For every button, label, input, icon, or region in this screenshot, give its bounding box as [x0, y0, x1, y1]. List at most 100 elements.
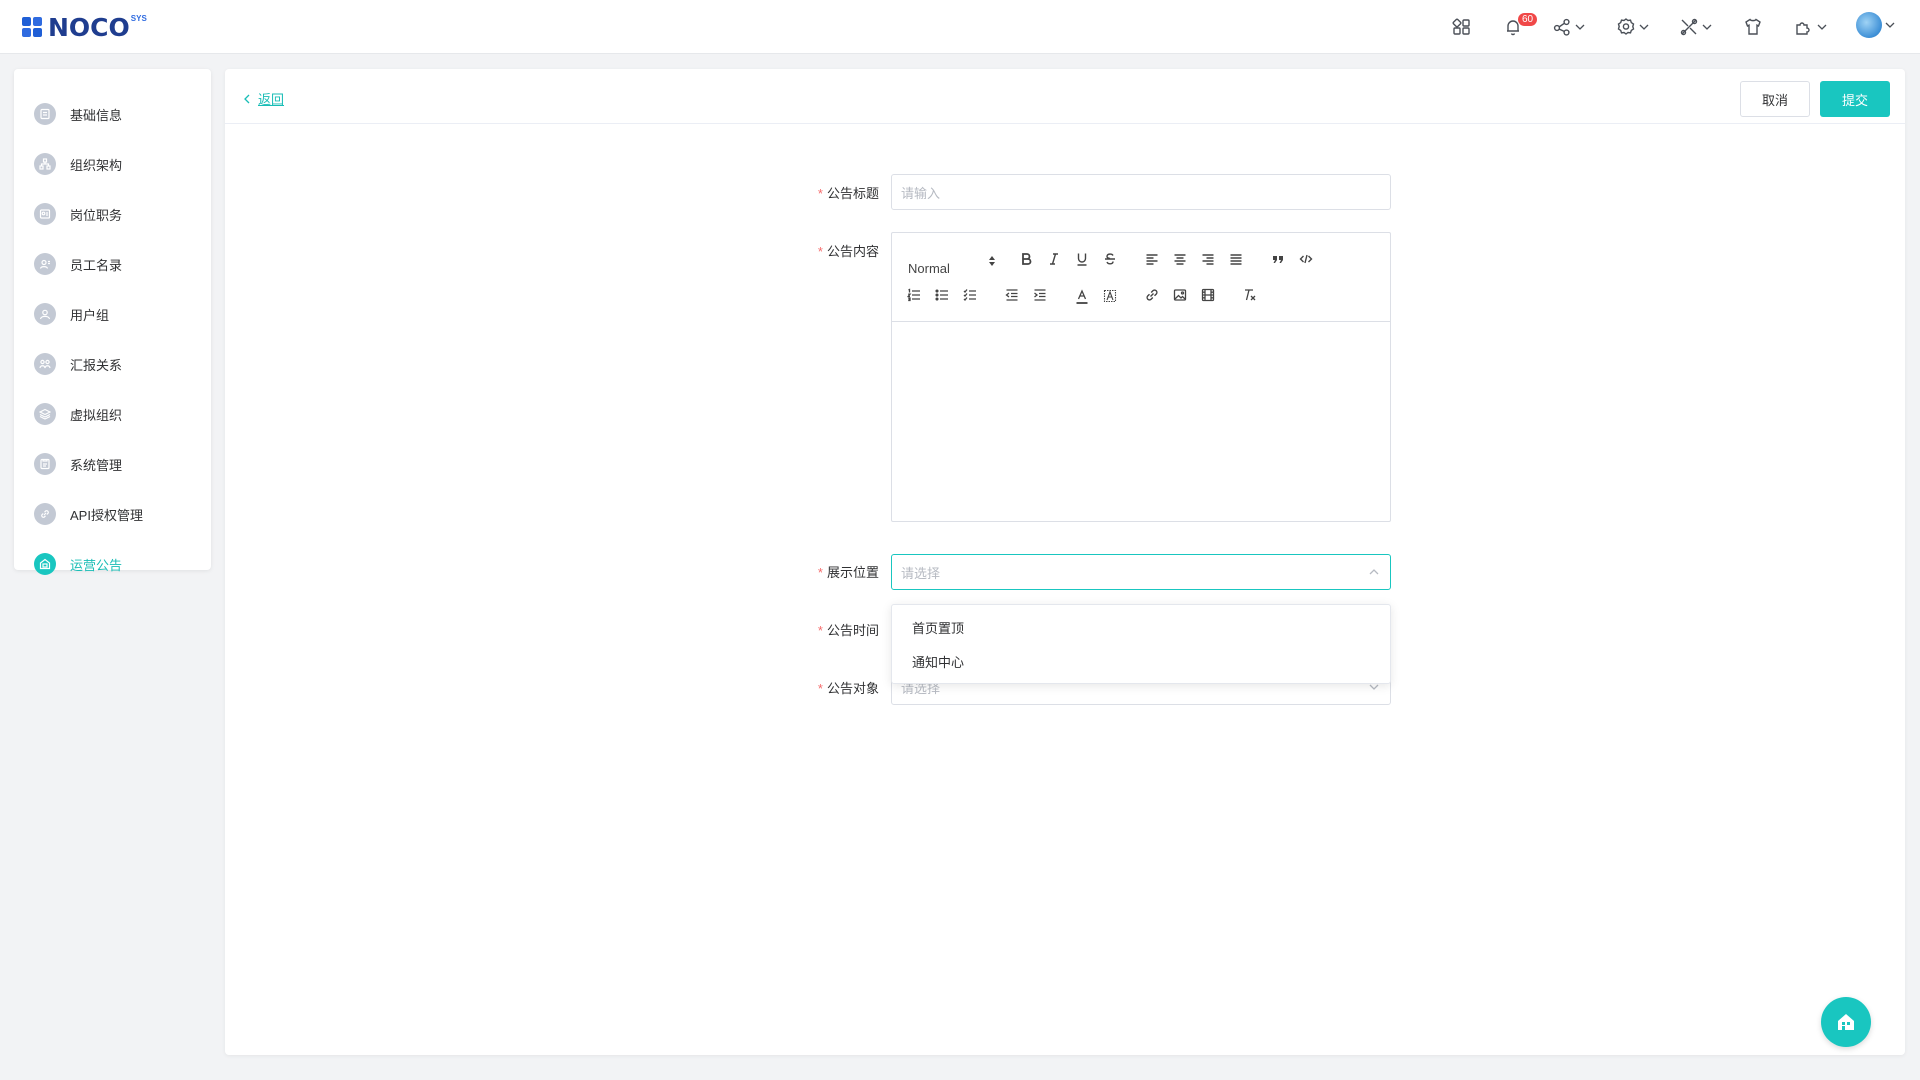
chevron-down-icon: [1575, 24, 1585, 30]
user-group-icon: [34, 303, 56, 325]
align-justify-icon[interactable]: [1226, 249, 1246, 269]
required-mark: *: [817, 186, 823, 201]
align-right-icon[interactable]: [1198, 249, 1218, 269]
code-block-icon[interactable]: [1296, 249, 1316, 269]
sidebar-item-user-group[interactable]: 用户组: [14, 294, 211, 334]
virtual-org-icon: [34, 403, 56, 425]
dropdown-option-home-top[interactable]: 首页置顶: [892, 610, 1390, 644]
editor-toolbar: Normal: [892, 233, 1390, 322]
sidebar-item-label: 系统管理: [70, 457, 123, 473]
title-label: * 公告标题: [817, 186, 879, 201]
underline-icon[interactable]: [1072, 249, 1092, 269]
back-link[interactable]: 返回: [243, 89, 284, 108]
theme-button[interactable]: [1743, 16, 1763, 38]
required-mark: *: [817, 681, 823, 696]
plugin-icon: [1796, 22, 1810, 35]
sidebar-item-label: 运营公告: [70, 557, 123, 573]
logo[interactable]: NOCO SYS: [22, 13, 147, 42]
check-list-icon[interactable]: [960, 285, 980, 305]
sidebar-item-label: 用户组: [70, 307, 110, 323]
position-label: * 展示位置: [817, 565, 879, 580]
chevron-down-icon: [1885, 22, 1895, 28]
outdent-icon[interactable]: [1002, 285, 1022, 305]
employee-directory-icon: [34, 253, 56, 275]
sidebar-item-announcement[interactable]: 运营公告: [14, 544, 211, 584]
cancel-button[interactable]: 取消: [1740, 81, 1810, 117]
sidebar: 基础信息 组织架构 岗位职务 员工名录 用户组 汇报关系 虚拟组织 系统管理 A…: [14, 69, 211, 575]
background-color-icon[interactable]: [1100, 287, 1120, 307]
rich-text-editor: Normal: [891, 232, 1391, 522]
align-center-icon[interactable]: [1170, 249, 1190, 269]
sidebar-item-label: 汇报关系: [70, 357, 123, 373]
dropdown-option-notice-center[interactable]: 通知中心: [892, 644, 1390, 678]
ordered-list-icon[interactable]: [904, 285, 924, 305]
content-label: * 公告内容: [817, 244, 879, 259]
org-structure-icon: [34, 153, 56, 175]
top-bar: NOCO SYS 60: [0, 0, 1920, 54]
home-float-button[interactable]: [1821, 997, 1871, 1047]
notification-badge: 60: [1518, 13, 1538, 26]
sort-arrows-icon: [989, 256, 995, 266]
submit-button[interactable]: 提交: [1820, 81, 1890, 117]
header-format-select[interactable]: Normal: [908, 253, 998, 277]
logo-superscript: SYS: [130, 14, 147, 23]
tools-menu[interactable]: [1679, 16, 1713, 38]
sidebar-item-basic-info[interactable]: 基础信息: [14, 94, 211, 134]
video-icon[interactable]: [1198, 285, 1218, 305]
notification-bell[interactable]: 60: [1503, 13, 1538, 38]
plugin-menu[interactable]: [1794, 16, 1828, 38]
required-mark: *: [817, 623, 823, 638]
sidebar-item-label: 岗位职务: [70, 207, 123, 223]
blockquote-icon[interactable]: [1268, 249, 1288, 269]
sidebar-item-system-management[interactable]: 系统管理: [14, 444, 211, 484]
bold-icon[interactable]: [1016, 249, 1036, 269]
position-icon: [34, 203, 56, 225]
logo-text: NOCO: [48, 13, 130, 42]
link-icon[interactable]: [1142, 285, 1162, 305]
settings-gear-icon: [1617, 18, 1635, 35]
font-color-icon[interactable]: [1072, 287, 1092, 307]
sidebar-item-reporting-relation[interactable]: 汇报关系: [14, 344, 211, 384]
sidebar-item-org-structure[interactable]: 组织架构: [14, 144, 211, 184]
sidebar-item-virtual-org[interactable]: 虚拟组织: [14, 394, 211, 434]
sidebar-item-api-auth[interactable]: API授权管理: [14, 494, 211, 534]
position-dropdown: 首页置顶 通知中心: [891, 604, 1391, 684]
chevron-down-icon: [1817, 24, 1827, 30]
chevron-left-icon: [244, 94, 250, 103]
main-panel: 返回 取消 提交 * 公告标题 请输入 * 公告内容 Normal * 展示位置…: [225, 69, 1905, 1055]
image-icon[interactable]: [1170, 285, 1190, 305]
shirt-theme-icon: [1745, 18, 1761, 35]
system-management-icon: [34, 453, 56, 475]
strikethrough-icon[interactable]: [1100, 249, 1120, 269]
title-placeholder: 请输入: [901, 185, 941, 201]
editor-content-area[interactable]: [892, 323, 1390, 521]
italic-icon[interactable]: [1044, 249, 1064, 269]
tools-icon: [1680, 18, 1698, 36]
share-menu[interactable]: [1552, 16, 1586, 38]
title-input[interactable]: 请输入: [891, 174, 1391, 210]
user-avatar[interactable]: [1856, 12, 1882, 38]
sidebar-item-employee-directory[interactable]: 员工名录: [14, 244, 211, 284]
indent-icon[interactable]: [1030, 285, 1050, 305]
chevron-down-icon: [1702, 24, 1712, 30]
user-menu[interactable]: [1856, 12, 1896, 38]
apps-grid-icon[interactable]: [1452, 16, 1472, 38]
api-auth-icon: [34, 503, 56, 525]
position-select[interactable]: 请选择: [891, 554, 1391, 590]
clear-format-icon[interactable]: [1240, 285, 1260, 305]
logo-mark-icon: [22, 17, 46, 39]
position-placeholder: 请选择: [901, 565, 941, 581]
align-left-icon[interactable]: [1142, 249, 1162, 269]
sidebar-item-position[interactable]: 岗位职务: [14, 194, 211, 234]
reporting-relation-icon: [34, 353, 56, 375]
required-mark: *: [817, 244, 823, 259]
share-icon: [1553, 18, 1570, 36]
sidebar-item-label: 组织架构: [70, 157, 123, 173]
sidebar-item-label: 基础信息: [70, 107, 123, 123]
sidebar-item-label: API授权管理: [70, 507, 143, 523]
bullet-list-icon[interactable]: [932, 285, 952, 305]
sidebar-item-label: 虚拟组织: [70, 407, 123, 423]
required-mark: *: [817, 565, 823, 580]
announcement-icon: [34, 553, 56, 575]
settings-menu[interactable]: [1616, 16, 1650, 38]
